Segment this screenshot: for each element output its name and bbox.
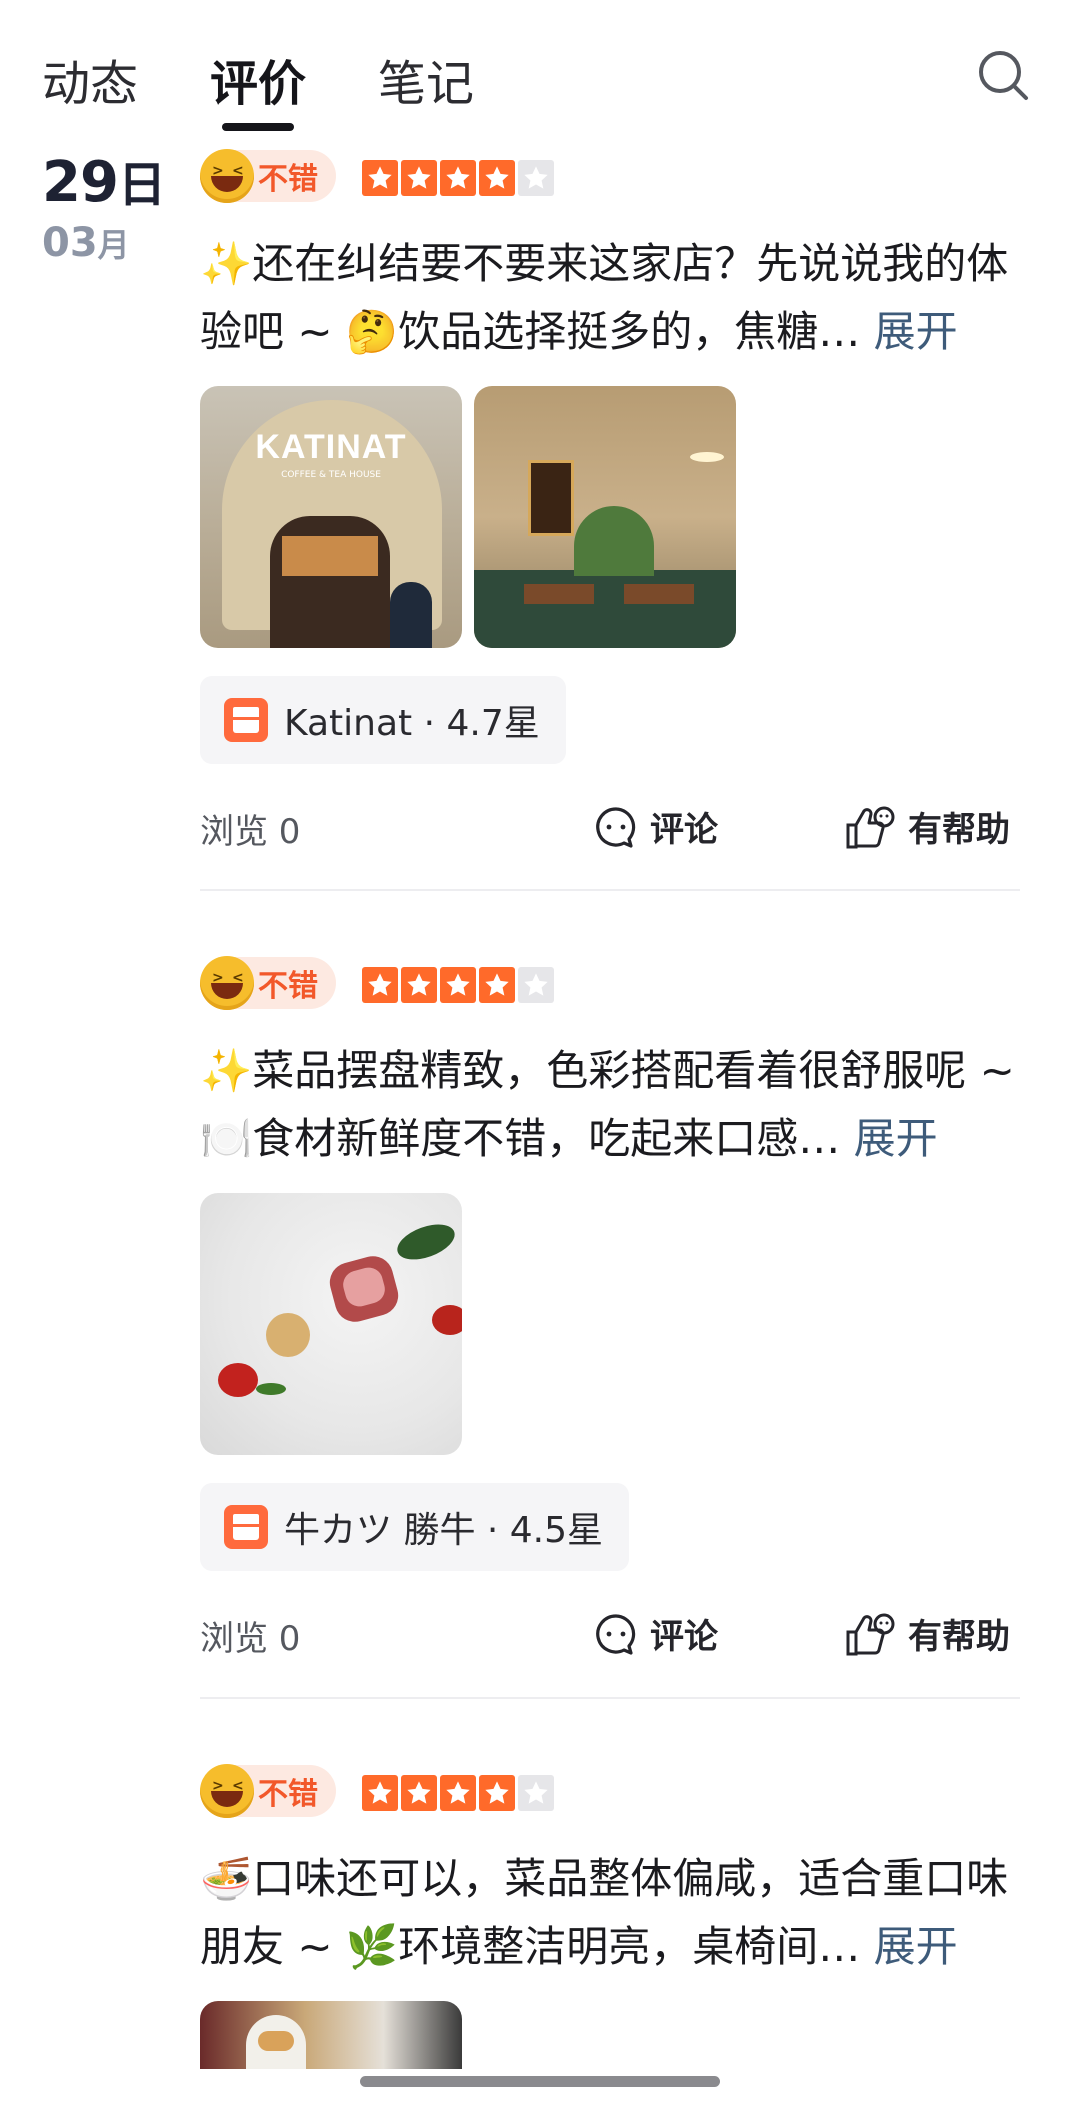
grin-emoji-icon: > < bbox=[200, 149, 254, 203]
review-photo[interactable] bbox=[474, 386, 736, 648]
star-icon bbox=[479, 967, 515, 1003]
grin-emoji-icon: > < bbox=[200, 956, 254, 1010]
star-empty-icon bbox=[518, 160, 554, 196]
rating-badge: > < 不错 bbox=[200, 956, 336, 1010]
shop-tag[interactable]: Katinat · 4.7星 bbox=[200, 676, 566, 764]
review-text: ✨菜品摆盘精致，色彩搭配看着很舒服呢 ~ 🍽️食材新鲜度不错，吃起来口感… 展开 bbox=[200, 1046, 1015, 1163]
grin-emoji-icon: > < bbox=[200, 1764, 254, 1818]
rating-badge: > < 不错 bbox=[200, 1764, 336, 1818]
photo-row bbox=[200, 1193, 1020, 1455]
comment-button[interactable]: 评论 bbox=[594, 802, 718, 851]
active-tab-indicator bbox=[222, 123, 294, 131]
star-empty-icon bbox=[518, 967, 554, 1003]
tab-reviews[interactable]: 评价 bbox=[210, 44, 306, 114]
shop-icon bbox=[224, 1505, 268, 1549]
views-count: 浏览 0 bbox=[200, 812, 301, 852]
review-photo[interactable] bbox=[200, 2001, 462, 2069]
rating-badge-label: 不错 bbox=[258, 162, 318, 197]
comment-icon bbox=[596, 806, 636, 848]
rating-badge-label: 不错 bbox=[258, 1777, 318, 1812]
review-text: 🍜口味还可以，菜品整体偏咸，适合重口味朋友 ~ 🌿环境整洁明亮，桌椅间… 展开 bbox=[200, 1854, 1009, 1971]
thumbs-up-icon bbox=[846, 806, 895, 848]
shop-name: Katinat · 4.7星 bbox=[284, 703, 540, 744]
views-count: 浏览 0 bbox=[200, 1619, 301, 1659]
comment-icon bbox=[596, 1613, 636, 1655]
star-icon bbox=[440, 160, 476, 196]
review-card: > < 不错 ✨菜品摆盘精致，色彩搭配看着很舒服呢 ~ 🍽️食材新鲜度不错，吃起来… bbox=[200, 956, 1020, 1665]
helpful-button[interactable]: 有帮助 bbox=[844, 802, 1010, 851]
comment-button[interactable]: 评论 bbox=[594, 1609, 718, 1658]
search-icon[interactable] bbox=[975, 47, 1031, 103]
star-rating bbox=[362, 967, 554, 1003]
photo-row: KATINAT COFFEE & TEA HOUSE bbox=[200, 386, 1020, 648]
star-icon bbox=[479, 1775, 515, 1811]
action-row: 浏览 0 评论 有帮助 bbox=[200, 1601, 1020, 1665]
shop-tag[interactable]: 牛カツ 勝牛 · 4.5星 bbox=[200, 1483, 630, 1571]
divider bbox=[200, 889, 1020, 891]
store-sign-subtitle: COFFEE & TEA HOUSE bbox=[281, 470, 381, 480]
date-day: 29日 bbox=[42, 150, 166, 215]
rating-badge: > < 不错 bbox=[200, 149, 336, 203]
review-photo[interactable] bbox=[200, 1193, 462, 1455]
star-icon bbox=[440, 967, 476, 1003]
tab-dynamics[interactable]: 动态 bbox=[42, 44, 138, 114]
star-icon bbox=[362, 967, 398, 1003]
star-icon bbox=[479, 160, 515, 196]
rating-row: > < 不错 bbox=[200, 149, 1020, 206]
expand-link[interactable]: 展开 bbox=[874, 307, 958, 356]
expand-link[interactable]: 展开 bbox=[874, 1922, 958, 1971]
top-tab-bar: 动态 评价 笔记 bbox=[0, 0, 1080, 140]
star-icon bbox=[401, 967, 437, 1003]
shop-icon bbox=[224, 698, 268, 742]
star-icon bbox=[362, 1775, 398, 1811]
photo-row bbox=[200, 2001, 1020, 2069]
star-icon bbox=[362, 160, 398, 196]
thumbs-up-icon bbox=[846, 1613, 895, 1655]
store-sign: KATINAT bbox=[255, 428, 407, 466]
shop-name: 牛カツ 勝牛 · 4.5星 bbox=[284, 1510, 604, 1551]
star-icon bbox=[401, 1775, 437, 1811]
action-row: 浏览 0 评论 有帮助 bbox=[200, 794, 1020, 858]
star-rating bbox=[362, 160, 554, 196]
review-card: > < 不错 🍜口味还可以，菜品整体偏咸，适合重口味朋友 ~ 🌿环境整洁明亮，桌椅… bbox=[200, 1764, 1020, 2069]
expand-link[interactable]: 展开 bbox=[854, 1114, 938, 1163]
date-month: 03月 bbox=[42, 220, 130, 266]
star-empty-icon bbox=[518, 1775, 554, 1811]
rating-badge-label: 不错 bbox=[258, 969, 318, 1004]
review-card: > < 不错 ✨还在纠结要不要来这家店？先说说我的体验吧 ~ 🤔饮品选择挺多的，焦… bbox=[200, 149, 1020, 858]
helpful-button[interactable]: 有帮助 bbox=[844, 1609, 1010, 1658]
review-text: ✨还在纠结要不要来这家店？先说说我的体验吧 ~ 🤔饮品选择挺多的，焦糖… 展开 bbox=[200, 239, 1009, 356]
review-photo[interactable]: KATINAT COFFEE & TEA HOUSE bbox=[200, 386, 462, 648]
rating-row: > < 不错 bbox=[200, 1764, 1020, 1821]
tab-notes[interactable]: 笔记 bbox=[378, 44, 474, 114]
star-icon bbox=[401, 160, 437, 196]
star-icon bbox=[440, 1775, 476, 1811]
star-rating bbox=[362, 1775, 554, 1811]
home-indicator bbox=[360, 2076, 720, 2087]
divider bbox=[200, 1697, 1020, 1699]
rating-row: > < 不错 bbox=[200, 956, 1020, 1013]
